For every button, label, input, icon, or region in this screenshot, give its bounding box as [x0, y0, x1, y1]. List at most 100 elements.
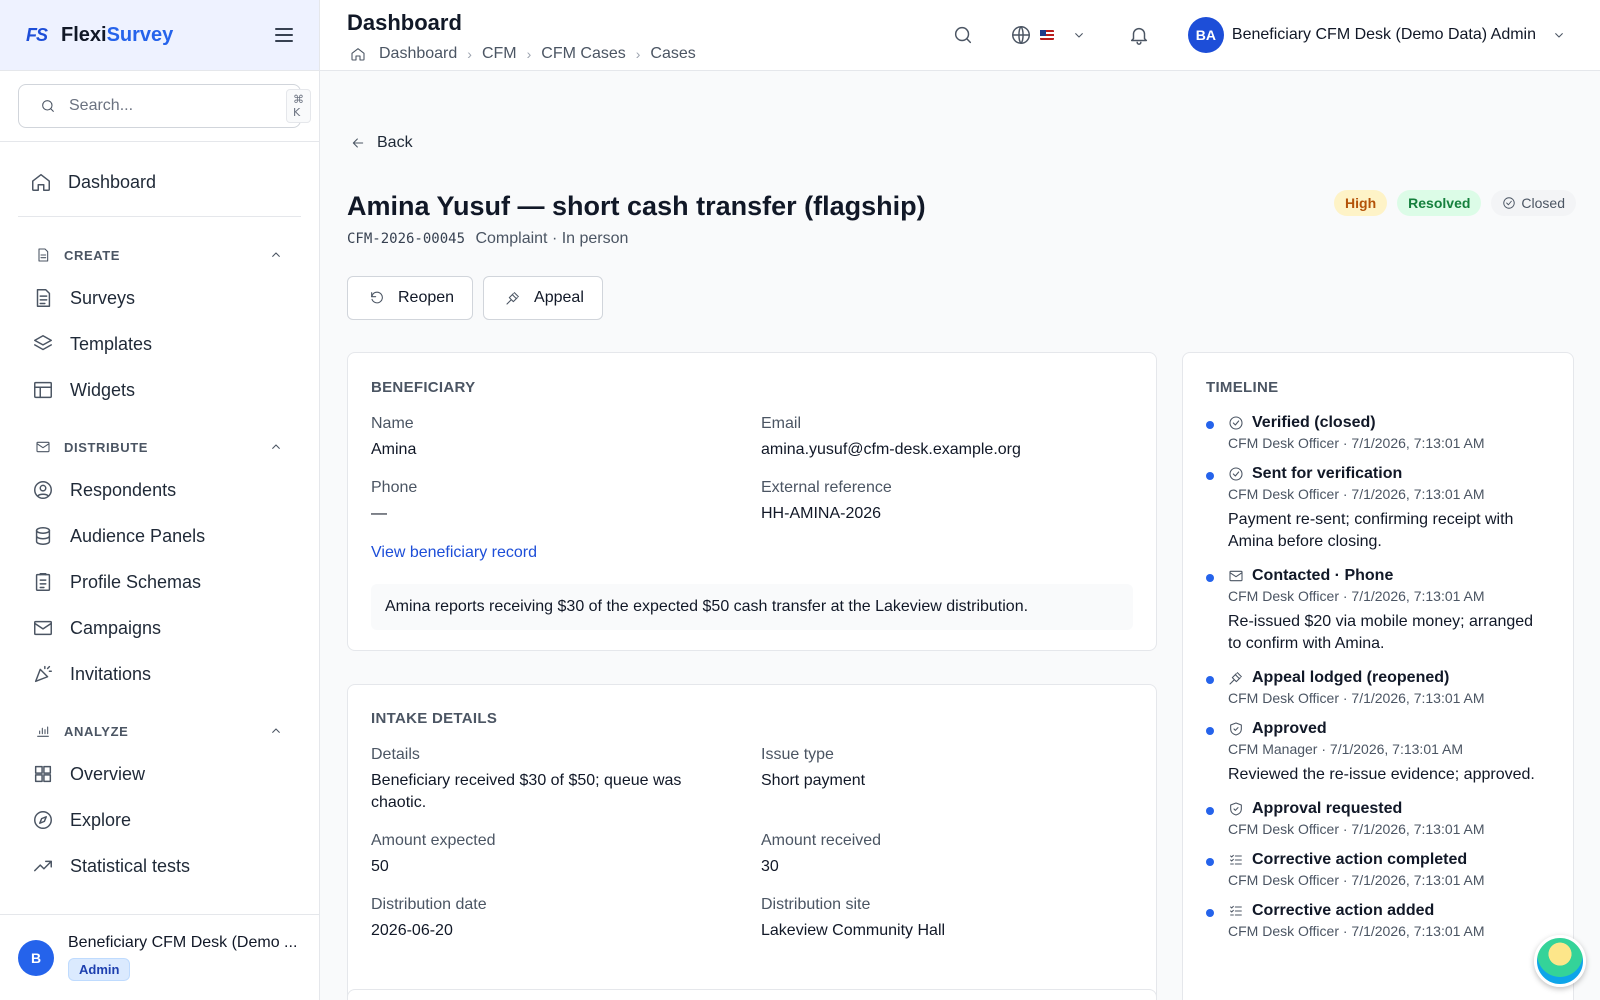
timeline-title-text: Contacted · Phone	[1252, 567, 1394, 584]
sidebar-item-templates[interactable]: Templates	[18, 321, 301, 367]
search-box: ⌘ K	[18, 84, 311, 128]
sidebar-item-explore[interactable]: Explore	[18, 797, 301, 843]
header-actions: BA Beneficiary CFM Desk (Demo Data) Admi…	[952, 16, 1570, 54]
grid-icon	[32, 763, 54, 785]
sidebar-item-label: Audience Panels	[70, 525, 206, 546]
sidebar-user[interactable]: B Beneficiary CFM Desk (Demo ... Admin	[0, 914, 319, 1000]
field-value: Lakeview Community Hall	[761, 922, 946, 939]
state-badge: Closed	[1491, 190, 1576, 216]
next-card	[347, 989, 1157, 1000]
arrow-left-icon	[347, 132, 369, 154]
field-label: Amount expected	[371, 832, 496, 849]
divider	[18, 216, 301, 217]
field-label: External reference	[761, 479, 892, 496]
mail-icon	[1228, 568, 1244, 584]
sidebar-item-widgets[interactable]: Widgets	[18, 367, 301, 413]
brand-logo: FS	[26, 24, 48, 45]
brand-name-second: Survey	[106, 23, 174, 46]
timeline-item: Approved CFM Manager · 7/1/2026, 7:13:01…	[1206, 720, 1546, 786]
sidebar-item-audience-panels[interactable]: Audience Panels	[18, 513, 301, 559]
breadcrumb: Dashboard › CFM › CFM Cases › Cases	[347, 43, 696, 65]
search-input[interactable]	[69, 97, 276, 115]
card-heading: BENEFICIARY	[371, 379, 476, 396]
beneficiary-note: Amina reports receiving $30 of the expec…	[371, 584, 1133, 630]
breadcrumb-item-cfm[interactable]: CFM	[482, 45, 517, 63]
section-analyze[interactable]: ANALYZE	[18, 711, 301, 751]
sidebar-user-info: Beneficiary CFM Desk (Demo ... Admin	[68, 934, 297, 981]
file-text-icon	[32, 287, 54, 309]
header-user-name: Beneficiary CFM Desk (Demo Data) Admin	[1231, 26, 1536, 43]
section-create[interactable]: CREATE	[18, 235, 301, 275]
field-label: Details	[371, 746, 420, 763]
timeline-item: Approval requested CFM Desk Officer · 7/…	[1206, 800, 1546, 837]
mail-icon	[32, 436, 54, 458]
timeline-item-note: Reviewed the re-issue evidence; approved…	[1228, 766, 1535, 783]
clipboard-icon	[32, 571, 54, 593]
breadcrumb-item-dashboard[interactable]: Dashboard	[379, 45, 457, 63]
page-title: Dashboard	[347, 10, 462, 35]
priority-badge: High	[1334, 190, 1388, 216]
menu-toggle-icon[interactable]	[275, 28, 293, 42]
sidebar-item-label: Dashboard	[68, 171, 157, 192]
sidebar-item-dashboard[interactable]: Dashboard	[18, 156, 301, 208]
section-label: CREATE	[64, 247, 121, 263]
user-menu[interactable]: BA Beneficiary CFM Desk (Demo Data) Admi…	[1187, 17, 1570, 53]
timeline-item-title: Verified (closed)	[1228, 414, 1546, 432]
chevron-right-icon: ›	[635, 46, 641, 62]
timeline-item-meta: CFM Desk Officer · 7/1/2026, 7:13:01 AM	[1228, 821, 1485, 837]
globe-icon	[1010, 24, 1032, 46]
appeal-button[interactable]: Appeal	[483, 276, 603, 320]
field-value: amina.yusuf@cfm-desk.example.org	[761, 441, 1021, 458]
appeal-label: Appeal	[534, 289, 584, 306]
timeline-item-meta: CFM Desk Officer · 7/1/2026, 7:13:01 AM	[1228, 923, 1485, 939]
timeline-card: TIMELINE Verified (closed) CFM Desk Offi…	[1182, 352, 1574, 1000]
sidebar-item-statistical-tests[interactable]: Statistical tests	[18, 843, 301, 889]
language-switcher[interactable]	[1010, 24, 1090, 46]
us-flag-icon	[1039, 30, 1054, 40]
field-details: Details Beneficiary received $30 of $50;…	[371, 746, 731, 814]
main-content: Back Amina Yusuf — short cash transfer (…	[320, 71, 1600, 1000]
field-amount-received: Amount received 30	[761, 832, 881, 878]
bell-icon[interactable]	[1128, 24, 1150, 46]
view-beneficiary-link[interactable]: View beneficiary record	[371, 544, 537, 562]
field-email: Email amina.yusuf@cfm-desk.example.org	[761, 415, 1021, 461]
shield-icon	[1228, 801, 1244, 817]
brand[interactable]: FS FlexiSurvey	[26, 24, 173, 47]
timeline-dot	[1206, 858, 1214, 866]
breadcrumb-item-cfm-cases[interactable]: CFM Cases	[541, 45, 625, 63]
assistant-avatar-button[interactable]	[1534, 935, 1586, 987]
sidebar-item-surveys[interactable]: Surveys	[18, 275, 301, 321]
sidebar-user-name: Beneficiary CFM Desk (Demo ...	[68, 934, 298, 951]
field-value: 30	[761, 858, 779, 875]
sidebar-item-invitations[interactable]: Invitations	[18, 651, 301, 697]
section-label: ANALYZE	[64, 723, 129, 739]
shield-check-icon	[1228, 721, 1244, 737]
reopen-button[interactable]: Reopen	[347, 276, 474, 320]
timeline-item-note: Re-issued $20 via mobile money; arranged…	[1228, 613, 1534, 652]
intake-details-card: INTAKE DETAILS Details Beneficiary recei…	[347, 684, 1157, 1000]
search-icon[interactable]	[952, 24, 974, 46]
section-distribute[interactable]: DISTRIBUTE	[18, 427, 301, 467]
sidebar-item-overview[interactable]: Overview	[18, 751, 301, 797]
timeline-title-text: Appeal lodged (reopened)	[1252, 669, 1450, 686]
sidebar-item-campaigns[interactable]: Campaigns	[18, 605, 301, 651]
timeline-item-title: Contacted · Phone	[1228, 567, 1546, 585]
home-icon[interactable]	[347, 43, 369, 65]
sidebar-item-respondents[interactable]: Respondents	[18, 467, 301, 513]
brand-name-first: Flexi	[61, 23, 107, 46]
field-label: Phone	[371, 479, 418, 496]
sidebar-item-profile-schemas[interactable]: Profile Schemas	[18, 559, 301, 605]
check-circle-icon	[1228, 415, 1244, 431]
timeline-item: Verified (closed) CFM Desk Officer · 7/1…	[1206, 414, 1546, 451]
field-label: Amount received	[761, 832, 882, 849]
timeline-item-meta: CFM Desk Officer · 7/1/2026, 7:13:01 AM	[1228, 872, 1485, 888]
brand-name: FlexiSurvey	[61, 24, 173, 47]
top-header: Dashboard Dashboard › CFM › CFM Cases › …	[320, 0, 1600, 71]
back-button[interactable]: Back	[347, 132, 413, 154]
card-heading: INTAKE DETAILS	[371, 710, 498, 727]
timeline-item-meta: CFM Manager · 7/1/2026, 7:13:01 AM	[1228, 741, 1464, 757]
compass-icon	[32, 809, 54, 831]
back-label: Back	[377, 134, 413, 151]
sidebar-item-label: Profile Schemas	[70, 571, 202, 592]
mail-icon	[32, 617, 54, 639]
